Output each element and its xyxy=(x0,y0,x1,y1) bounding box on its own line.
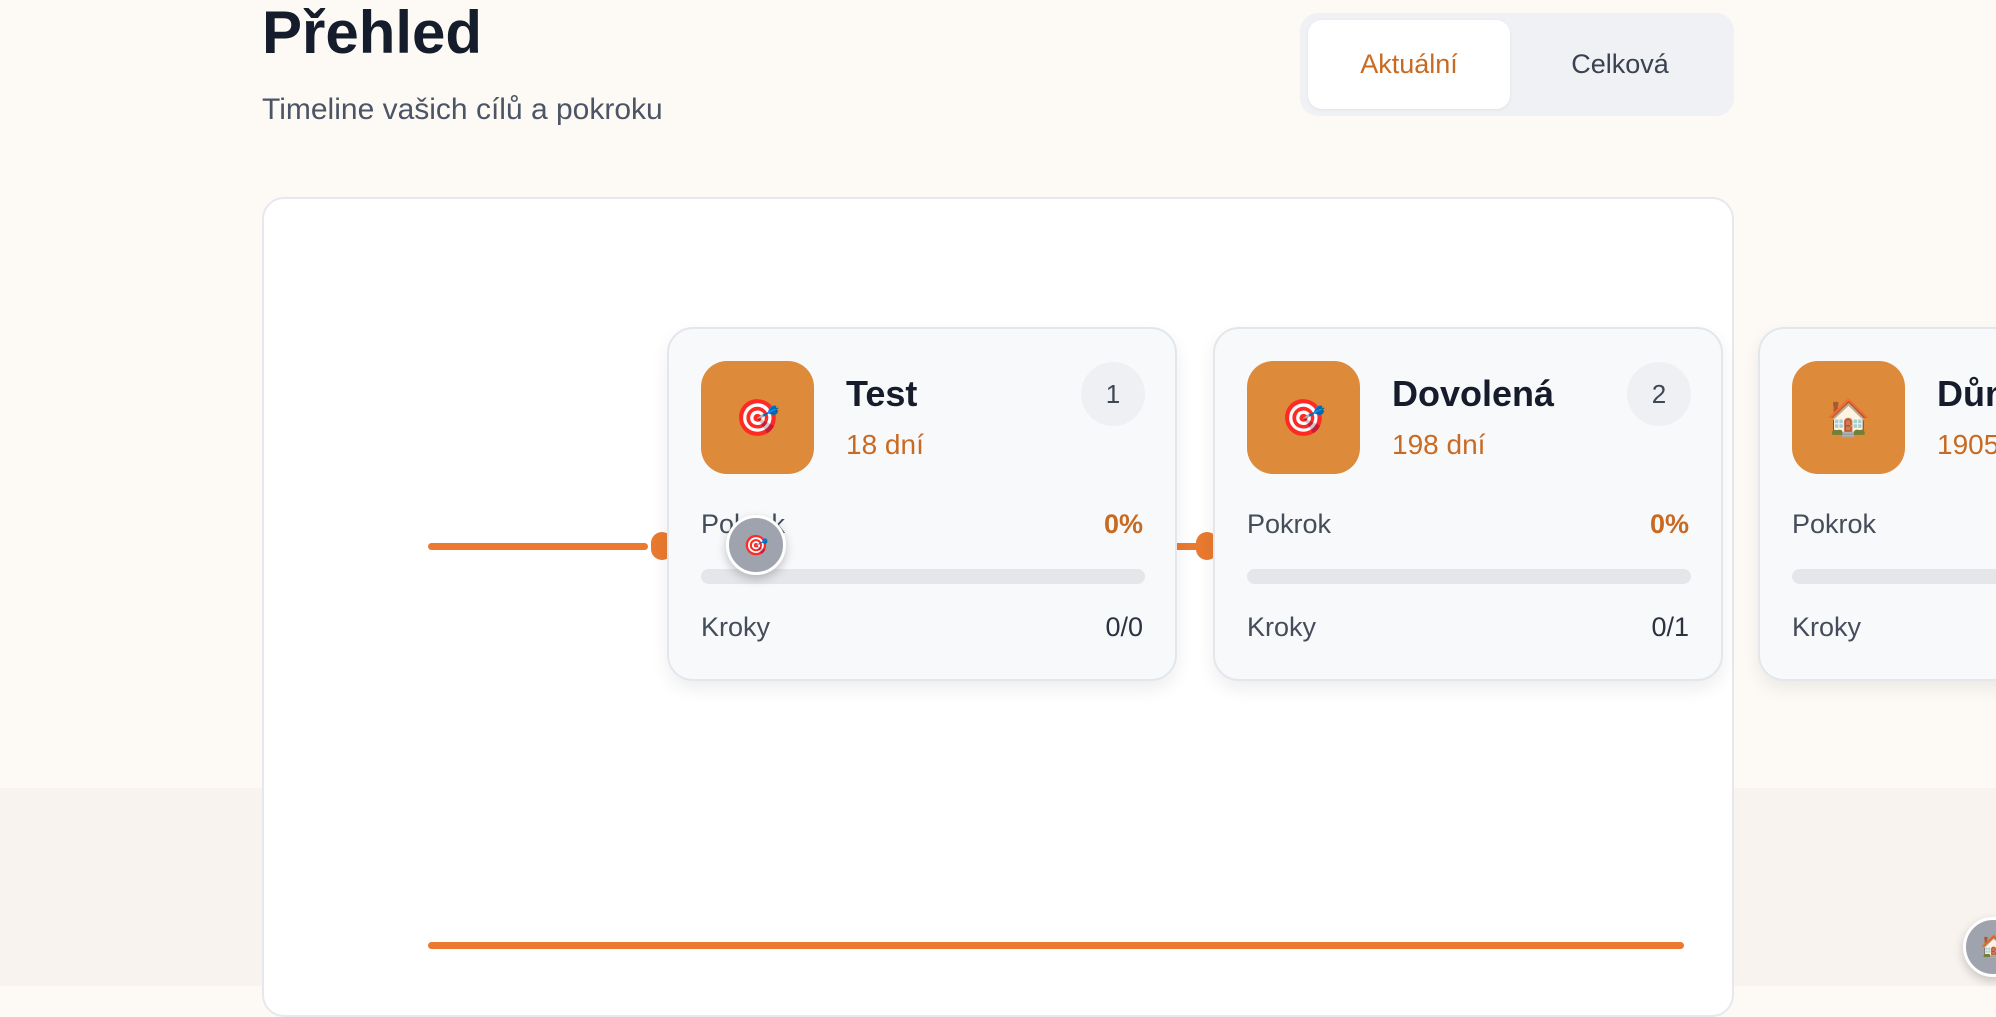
goal-card-dovolena[interactable]: 🎯 Dovolená 198 dní 2 Pokrok 0% Kroky 0/1 xyxy=(1213,327,1723,681)
timeline-track-bottom xyxy=(428,942,1684,949)
house-icon: 🏠 xyxy=(1792,361,1905,474)
timeline-track-segment xyxy=(428,543,648,550)
progress-bar xyxy=(1247,569,1691,584)
page-title: Přehled xyxy=(262,0,483,66)
view-toggle: Aktuální Celková xyxy=(1300,13,1734,116)
goal-title: Dovolená xyxy=(1392,373,1555,414)
toggle-overall-button[interactable]: Celková xyxy=(1514,20,1726,109)
progress-value: 0% xyxy=(1649,509,1689,539)
progress-value: 0% xyxy=(1103,509,1143,539)
steps-label: Kroky xyxy=(1247,612,1317,642)
steps-value: 0/1 xyxy=(1651,612,1689,642)
page-subtitle: Timeline vašich cílů a pokroku xyxy=(262,93,663,126)
toggle-current-button[interactable]: Aktuální xyxy=(1308,20,1510,109)
target-icon: 🎯 xyxy=(1247,361,1360,474)
goal-title: Test xyxy=(846,373,918,414)
timeline-marker-target-icon[interactable]: 🎯 xyxy=(726,515,786,575)
progress-bar xyxy=(1792,569,1996,584)
progress-label: Pokrok xyxy=(1792,509,1877,539)
goal-order-badge: 2 xyxy=(1627,362,1691,426)
goal-order-badge: 1 xyxy=(1081,362,1145,426)
goal-days-remaining: 198 dní xyxy=(1392,429,1486,460)
steps-value: 0/0 xyxy=(1105,612,1143,642)
target-icon: 🎯 xyxy=(701,361,814,474)
progress-label: Pokrok xyxy=(1247,509,1332,539)
steps-label: Kroky xyxy=(701,612,771,642)
goal-days-remaining: 18 dní xyxy=(846,429,924,460)
steps-label: Kroky xyxy=(1792,612,1862,642)
goal-card-test[interactable]: 🎯 Test 18 dní 1 Pokrok 0% Kroky 0/0 xyxy=(667,327,1177,681)
goal-title: Dům xyxy=(1937,373,1996,414)
goal-days-remaining: 1905 xyxy=(1937,429,1996,460)
goal-card-dum[interactable]: 🏠 Dům 1905 Pokrok Kroky xyxy=(1758,327,1996,681)
